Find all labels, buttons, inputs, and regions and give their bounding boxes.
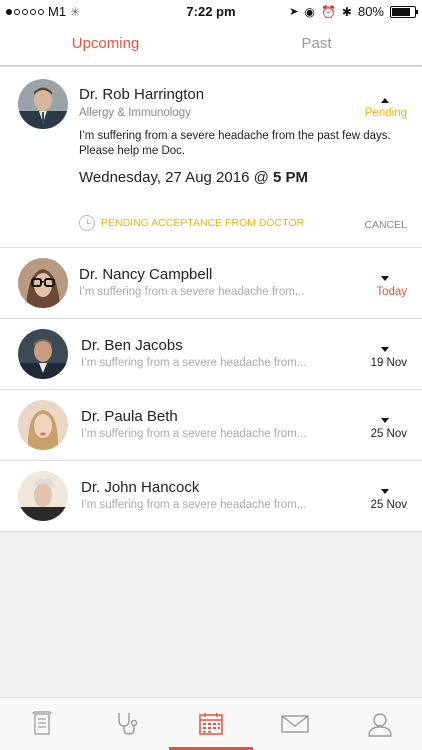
expand-arrow-icon[interactable] [381, 276, 389, 281]
status-badge: Pending [364, 107, 407, 119]
avatar [18, 258, 68, 308]
bluetooth-icon: ✱ [341, 4, 352, 19]
message-snippet: I’m suffering from a severe headache fro… [79, 286, 305, 298]
doctor-name: Dr. Nancy Campbell [79, 266, 213, 283]
mail-icon [281, 715, 310, 733]
doctor-specialty: Allergy & Immunology [79, 107, 191, 119]
rotation-lock-icon: ◉ [304, 4, 315, 19]
expand-arrow-icon[interactable] [381, 489, 389, 494]
location-icon: ➤ [289, 6, 299, 18]
cancel-button[interactable]: CANCEL [364, 219, 407, 231]
calendar-icon [199, 713, 223, 735]
appointment-message: I’m suffering from a severe headache fro… [79, 130, 391, 157]
appointment-list: Dr. Rob Harrington Allergy & Immunology … [0, 67, 422, 532]
profile-icon [368, 713, 392, 737]
battery-percent: 80% [357, 4, 384, 19]
pending-acceptance: PENDING ACCEPTANCE FROM DOCTOR [79, 215, 304, 231]
list-item[interactable]: Dr. Nancy Campbell I’m suffering from a … [0, 248, 422, 319]
doctor-name: Dr. John Hancock [81, 479, 200, 496]
message-snippet: I’m suffering from a severe headache fro… [81, 499, 307, 511]
avatar [18, 400, 68, 450]
message-snippet: I’m suffering from a severe headache fro… [81, 428, 307, 440]
clock-icon [79, 215, 95, 231]
pending-acceptance-label: PENDING ACCEPTANCE FROM DOCTOR [101, 217, 305, 229]
appointment-date: Today [376, 286, 407, 298]
list-item[interactable]: Dr. John Hancock I’m suffering from a se… [0, 461, 422, 532]
list-item[interactable]: Dr. Ben Jacobs I’m suffering from a seve… [0, 319, 422, 390]
expand-arrow-icon[interactable] [381, 418, 389, 423]
list-item[interactable]: Dr. Paula Beth I’m suffering from a seve… [0, 390, 422, 461]
avatar [18, 79, 68, 129]
nav-doctors[interactable] [84, 698, 168, 750]
nav-profile[interactable] [338, 698, 422, 750]
stethoscope-icon [117, 713, 137, 735]
alarm-icon: ⏰ [320, 4, 336, 19]
bottom-nav [0, 697, 422, 750]
status-bar: M1 ✳ 7:22 pm ➤ ◉ ⏰ ✱ 80% [0, 0, 422, 22]
appointment-date: 25 Nov [370, 428, 407, 440]
nav-prescriptions[interactable] [0, 698, 84, 750]
avatar [18, 471, 68, 521]
doctor-name: Dr. Rob Harrington [79, 86, 205, 103]
tab-upcoming[interactable]: Upcoming [0, 22, 211, 65]
message-snippet: I’m suffering from a severe headache fro… [81, 357, 307, 369]
expand-arrow-icon[interactable] [381, 347, 389, 352]
doctor-name: Dr. Ben Jacobs [81, 337, 183, 354]
appointment-date: 25 Nov [370, 499, 407, 511]
battery-icon [390, 5, 418, 18]
appointment-date: 19 Nov [370, 357, 407, 369]
appointment-datetime: Wednesday, 27 Aug 2016 @ 5 PM [79, 169, 308, 186]
nav-messages[interactable] [253, 698, 337, 750]
appointment-tabs: Upcoming Past [0, 22, 422, 66]
tab-past[interactable]: Past [211, 22, 422, 65]
expanded-appointment[interactable]: Dr. Rob Harrington Allergy & Immunology … [0, 67, 422, 248]
nav-appointments[interactable] [168, 698, 254, 750]
doctor-name: Dr. Paula Beth [81, 408, 178, 425]
prescription-icon [32, 711, 52, 735]
collapse-arrow-icon[interactable] [381, 98, 389, 103]
avatar [18, 329, 68, 379]
